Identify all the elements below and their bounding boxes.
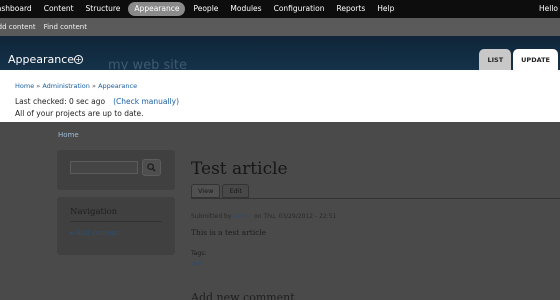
bg-author-link[interactable]: admin — [233, 213, 252, 220]
shortcut-find-content[interactable]: Find content — [40, 23, 91, 31]
bg-submitted-suffix: on Thu, 03/29/2012 - 22:51 — [254, 213, 337, 220]
bg-search-input[interactable] — [70, 161, 138, 174]
bg-article-body: This is a test article — [191, 228, 267, 237]
menu-content[interactable]: Content — [38, 2, 80, 16]
search-icon — [147, 163, 156, 172]
bg-article-title: Test article — [191, 159, 288, 179]
bg-comment-heading: Add new comment — [191, 291, 295, 300]
check-manually-link[interactable]: (Check manually) — [113, 97, 179, 106]
primary-tabs: LIST UPDATE — [479, 49, 558, 70]
overlay-content: Home » Administration » Appearance Last … — [0, 70, 560, 122]
last-checked-line: Last checked: 0 sec ago (Check manually) — [15, 97, 179, 106]
bg-navigation-item-label: Add content — [75, 229, 119, 237]
breadcrumb-administration[interactable]: Administration — [42, 82, 90, 90]
breadcrumb-separator: » — [36, 82, 41, 90]
overlay-title: Appearance — [8, 53, 75, 66]
bg-home-link[interactable]: Home — [58, 131, 79, 139]
menu-user-greeting[interactable]: Hello — [533, 2, 560, 16]
bg-navigation-block — [57, 197, 175, 255]
bg-tab-view[interactable]: View — [191, 184, 221, 198]
bg-submitted-prefix: Submitted by — [191, 213, 232, 220]
bg-search-button[interactable] — [142, 159, 161, 176]
breadcrumb-separator: » — [92, 82, 96, 90]
bg-tag-link[interactable]: test — [191, 260, 203, 267]
bg-submitted-line: Submitted by admin on Thu, 03/29/2012 - … — [191, 213, 336, 220]
menu-configuration[interactable]: Configuration — [268, 2, 331, 16]
breadcrumb-appearance[interactable]: Appearance — [98, 82, 137, 90]
bg-navigation-divider — [70, 221, 162, 222]
menu-help[interactable]: Help — [371, 2, 400, 16]
overlay-header — [0, 36, 560, 70]
breadcrumb: Home » Administration » Appearance — [15, 82, 137, 90]
shortcut-bar: Add content Find content — [0, 18, 560, 36]
bg-navigation-item[interactable]: ▸ Add content — [70, 229, 119, 237]
last-checked-text: Last checked: 0 sec ago — [15, 97, 106, 106]
shortcut-add-content[interactable]: Add content — [0, 23, 40, 31]
menu-appearance[interactable]: Appearance — [128, 2, 186, 16]
tab-list[interactable]: LIST — [479, 49, 512, 70]
menu-people[interactable]: People — [187, 2, 224, 16]
breadcrumb-home[interactable]: Home — [15, 82, 34, 90]
bg-tab-edit[interactable]: Edit — [222, 184, 250, 198]
bg-article-tabs: View Edit — [191, 184, 250, 198]
tab-update[interactable]: UPDATE — [513, 49, 558, 70]
up-to-date-message: All of your projects are up to date. — [15, 109, 144, 118]
bg-tags-label: Tags: — [191, 250, 207, 257]
admin-menu: Dashboard Content Structure Appearance P… — [0, 0, 560, 18]
bg-navigation-title: Navigation — [70, 207, 118, 217]
bg-tabs-divider — [191, 198, 560, 199]
menu-reports[interactable]: Reports — [330, 2, 371, 16]
add-shortcut-icon[interactable]: + — [74, 55, 83, 64]
menu-structure[interactable]: Structure — [80, 2, 127, 16]
menu-dashboard[interactable]: Dashboard — [0, 2, 38, 16]
menu-modules[interactable]: Modules — [224, 2, 267, 16]
